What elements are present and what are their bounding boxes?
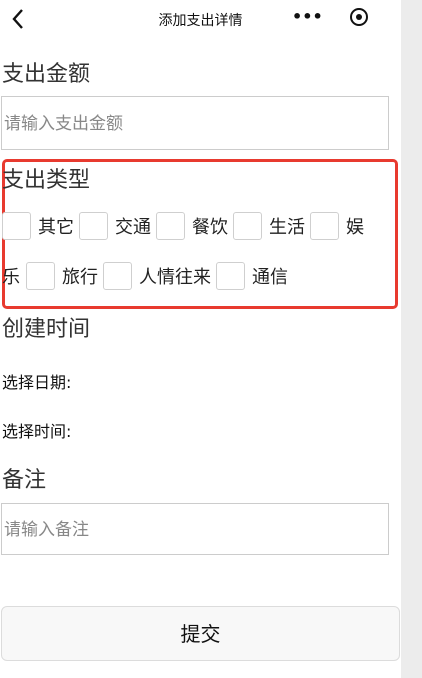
category-option-label: 娱 bbox=[346, 217, 364, 238]
note-section-title: 备注 bbox=[2, 468, 47, 493]
category-option-label: 通信 bbox=[252, 267, 288, 288]
date-picker-label[interactable]: 选择日期: bbox=[2, 369, 71, 393]
category-option-label: 人情往来 bbox=[139, 267, 211, 288]
submit-button[interactable]: 提交 bbox=[1, 606, 400, 661]
amount-input[interactable]: 请输入支出金额 bbox=[1, 96, 389, 150]
category-option-other[interactable]: 其它 bbox=[2, 212, 74, 240]
checkbox[interactable] bbox=[310, 212, 339, 240]
note-input-placeholder: 请输入备注 bbox=[4, 520, 89, 540]
time-picker-label[interactable]: 选择时间: bbox=[2, 418, 71, 442]
category-option-label-cont: 乐 bbox=[2, 267, 20, 288]
category-option-label: 旅行 bbox=[62, 267, 98, 288]
checkbox[interactable] bbox=[2, 212, 31, 240]
more-icon[interactable]: ••• bbox=[292, 9, 323, 25]
category-option-entertainment[interactable]: 娱 bbox=[310, 212, 364, 240]
category-option-label: 生活 bbox=[269, 217, 305, 238]
category-option-label: 交通 bbox=[115, 217, 151, 238]
app-page: 添加支出详情 ••• 支出金额 请输入支出金额 支出类型 其它 交通 餐饮 生活… bbox=[0, 0, 401, 678]
checkbox[interactable] bbox=[103, 262, 132, 290]
category-option-dining[interactable]: 餐饮 bbox=[156, 212, 228, 240]
checkbox[interactable] bbox=[79, 212, 108, 240]
target-icon[interactable] bbox=[350, 8, 368, 26]
amount-input-placeholder: 请输入支出金额 bbox=[4, 114, 123, 134]
navigation-bar: 添加支出详情 ••• bbox=[0, 0, 401, 38]
category-row-1: 其它 交通 餐饮 生活 娱 bbox=[2, 212, 369, 240]
category-option-social[interactable]: 人情往来 bbox=[103, 262, 211, 290]
category-row-2: 乐 旅行 人情往来 通信 bbox=[2, 262, 293, 290]
category-section-title: 支出类型 bbox=[2, 168, 91, 193]
amount-section-title: 支出金额 bbox=[2, 62, 91, 87]
category-option-transport[interactable]: 交通 bbox=[79, 212, 151, 240]
created-section-title: 创建时间 bbox=[2, 317, 91, 342]
category-option-label: 其它 bbox=[38, 217, 74, 238]
page-title: 添加支出详情 bbox=[158, 13, 243, 29]
category-option-travel[interactable]: 旅行 bbox=[26, 262, 98, 290]
category-option-telecom[interactable]: 通信 bbox=[216, 262, 288, 290]
checkbox[interactable] bbox=[216, 262, 245, 290]
category-option-label: 餐饮 bbox=[192, 217, 228, 238]
checkbox[interactable] bbox=[26, 262, 55, 290]
note-input[interactable]: 请输入备注 bbox=[1, 503, 389, 555]
checkbox[interactable] bbox=[156, 212, 185, 240]
category-option-living[interactable]: 生活 bbox=[233, 212, 305, 240]
checkbox[interactable] bbox=[233, 212, 262, 240]
